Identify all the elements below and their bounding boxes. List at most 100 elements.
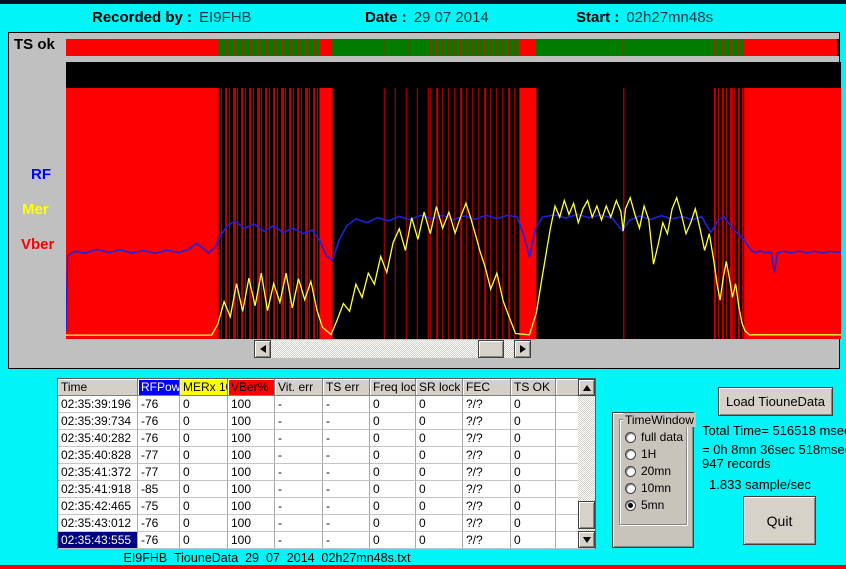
cell-time[interactable]: 02:35:42:465: [58, 498, 138, 515]
cell-merx-10[interactable]: 0: [180, 532, 228, 549]
cell-ts-ok[interactable]: 0: [511, 430, 556, 447]
cell-ts-err[interactable]: -: [323, 464, 370, 481]
cell-fec[interactable]: ?/?: [463, 498, 511, 515]
table-row[interactable]: 02:35:41:918-850100--00?/?0: [58, 481, 595, 498]
radio-icon[interactable]: [625, 432, 636, 443]
table-row[interactable]: 02:35:43:555-760100--00?/?0: [58, 532, 595, 549]
cell-freq-lock[interactable]: 0: [370, 464, 416, 481]
cell-freq-lock[interactable]: 0: [370, 396, 416, 413]
radio-selected-icon[interactable]: [625, 500, 636, 511]
cell-merx-10[interactable]: 0: [180, 464, 228, 481]
cell-ts-ok[interactable]: 0: [511, 498, 556, 515]
cell-vber-[interactable]: 100: [228, 464, 275, 481]
cell-ts-ok[interactable]: 0: [511, 413, 556, 430]
cell-freq-lock[interactable]: 0: [370, 481, 416, 498]
cell-ts-ok[interactable]: 0: [511, 396, 556, 413]
cell-rfpower[interactable]: -77: [138, 464, 180, 481]
cell-rfpower[interactable]: -76: [138, 430, 180, 447]
cell-fec[interactable]: ?/?: [463, 532, 511, 549]
cell-freq-lock[interactable]: 0: [370, 515, 416, 532]
cell-fec[interactable]: ?/?: [463, 396, 511, 413]
table-scrollbar-thumb[interactable]: [578, 501, 595, 529]
scroll-up-button[interactable]: [578, 379, 595, 396]
cell-time[interactable]: 02:35:39:734: [58, 413, 138, 430]
column-header-fec[interactable]: FEC: [463, 379, 511, 396]
cell-vit-err[interactable]: -: [275, 430, 323, 447]
cell-sr-lock[interactable]: 0: [416, 396, 463, 413]
cell-vit-err[interactable]: -: [275, 447, 323, 464]
cell-time[interactable]: 02:35:40:828: [58, 447, 138, 464]
cell-ts-err[interactable]: -: [323, 515, 370, 532]
cell-sr-lock[interactable]: 0: [416, 481, 463, 498]
cell-merx-10[interactable]: 0: [180, 498, 228, 515]
column-header-time[interactable]: Time: [58, 379, 138, 396]
cell-ts-err[interactable]: -: [323, 532, 370, 549]
column-header-rfpower[interactable]: RFPower: [138, 379, 180, 396]
time-window-option-1H[interactable]: 1H: [625, 447, 656, 461]
column-header-ts-ok[interactable]: TS OK: [511, 379, 556, 396]
cell-merx-10[interactable]: 0: [180, 396, 228, 413]
cell-time[interactable]: 02:35:40:282: [58, 430, 138, 447]
cell-merx-10[interactable]: 0: [180, 515, 228, 532]
cell-vit-err[interactable]: -: [275, 515, 323, 532]
cell-rfpower[interactable]: -76: [138, 532, 180, 549]
cell-merx-10[interactable]: 0: [180, 413, 228, 430]
cell-freq-lock[interactable]: 0: [370, 447, 416, 464]
cell-ts-err[interactable]: -: [323, 396, 370, 413]
cell-rfpower[interactable]: -85: [138, 481, 180, 498]
cell-rfpower[interactable]: -76: [138, 413, 180, 430]
cell-ts-err[interactable]: -: [323, 481, 370, 498]
radio-icon[interactable]: [625, 466, 636, 477]
scrollbar-thumb[interactable]: [478, 340, 504, 358]
cell-vit-err[interactable]: -: [275, 396, 323, 413]
table-vertical-scrollbar[interactable]: [578, 379, 595, 548]
cell-merx-10[interactable]: 0: [180, 481, 228, 498]
cell-vber-[interactable]: 100: [228, 413, 275, 430]
cell-sr-lock[interactable]: 0: [416, 413, 463, 430]
cell-vber-[interactable]: 100: [228, 430, 275, 447]
table-row[interactable]: 02:35:40:828-770100--00?/?0: [58, 447, 595, 464]
cell-sr-lock[interactable]: 0: [416, 498, 463, 515]
time-window-option-full-data[interactable]: full data: [625, 430, 683, 444]
cell-fec[interactable]: ?/?: [463, 481, 511, 498]
cell-merx-10[interactable]: 0: [180, 430, 228, 447]
cell-sr-lock[interactable]: 0: [416, 464, 463, 481]
table-row[interactable]: 02:35:43:012-760100--00?/?0: [58, 515, 595, 532]
cell-rfpower[interactable]: -75: [138, 498, 180, 515]
cell-freq-lock[interactable]: 0: [370, 498, 416, 515]
cell-vit-err[interactable]: -: [275, 464, 323, 481]
cell-time[interactable]: 02:35:41:372: [58, 464, 138, 481]
chart-horizontal-scrollbar[interactable]: [254, 340, 531, 358]
time-window-option-20mn[interactable]: 20mn: [625, 464, 671, 478]
cell-sr-lock[interactable]: 0: [416, 447, 463, 464]
column-header-sr-lock[interactable]: SR lock: [416, 379, 463, 396]
cell-sr-lock[interactable]: 0: [416, 532, 463, 549]
time-window-option-5mn[interactable]: 5mn: [625, 498, 664, 512]
cell-rfpower[interactable]: -76: [138, 396, 180, 413]
cell-vber-[interactable]: 100: [228, 481, 275, 498]
column-header-ts-err[interactable]: TS err: [323, 379, 370, 396]
cell-freq-lock[interactable]: 0: [370, 532, 416, 549]
quit-button[interactable]: Quit: [743, 496, 816, 545]
cell-freq-lock[interactable]: 0: [370, 430, 416, 447]
cell-fec[interactable]: ?/?: [463, 430, 511, 447]
scroll-left-button[interactable]: [254, 340, 271, 358]
cell-ts-err[interactable]: -: [323, 413, 370, 430]
cell-ts-ok[interactable]: 0: [511, 481, 556, 498]
cell-ts-err[interactable]: -: [323, 447, 370, 464]
radio-icon[interactable]: [625, 483, 636, 494]
table-row[interactable]: 02:35:41:372-770100--00?/?0: [58, 464, 595, 481]
cell-vit-err[interactable]: -: [275, 498, 323, 515]
cell-time[interactable]: 02:35:43:012: [58, 515, 138, 532]
cell-vber-[interactable]: 100: [228, 447, 275, 464]
cell-vber-[interactable]: 100: [228, 498, 275, 515]
column-header-vber-[interactable]: VBer%: [228, 379, 275, 396]
cell-rfpower[interactable]: -76: [138, 515, 180, 532]
cell-merx-10[interactable]: 0: [180, 447, 228, 464]
cell-fec[interactable]: ?/?: [463, 515, 511, 532]
cell-fec[interactable]: ?/?: [463, 464, 511, 481]
cell-vit-err[interactable]: -: [275, 481, 323, 498]
cell-vber-[interactable]: 100: [228, 396, 275, 413]
table-row[interactable]: 02:35:39:734-760100--00?/?0: [58, 413, 595, 430]
cell-rfpower[interactable]: -77: [138, 447, 180, 464]
